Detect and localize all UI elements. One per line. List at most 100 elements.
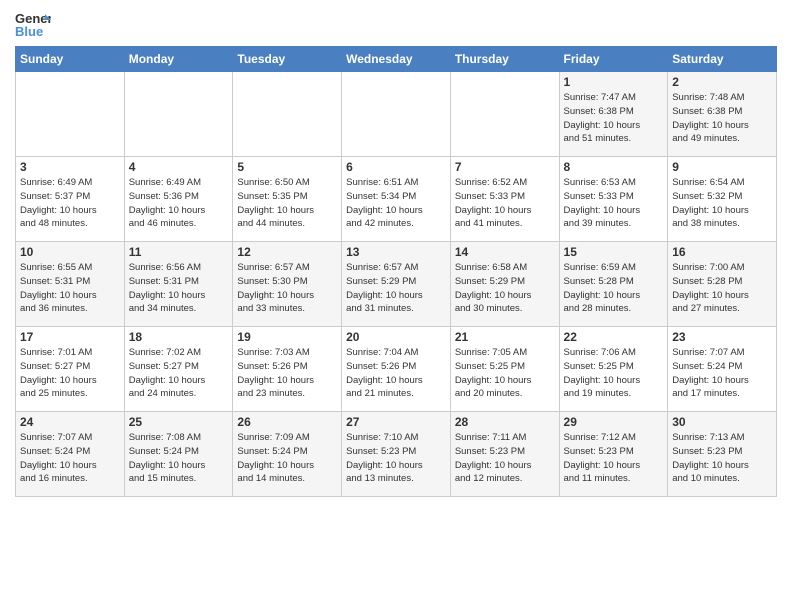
- day-number: 16: [672, 245, 772, 259]
- day-number: 28: [455, 415, 555, 429]
- day-info: Sunrise: 6:54 AM Sunset: 5:32 PM Dayligh…: [672, 176, 772, 231]
- day-info: Sunrise: 6:52 AM Sunset: 5:33 PM Dayligh…: [455, 176, 555, 231]
- calendar-cell: 10 Sunrise: 6:55 AM Sunset: 5:31 PM Dayli…: [16, 242, 125, 327]
- day-number: 6: [346, 160, 446, 174]
- calendar-cell: 4 Sunrise: 6:49 AM Sunset: 5:36 PM Daylig…: [124, 157, 233, 242]
- day-number: 26: [237, 415, 337, 429]
- calendar-cell: 7 Sunrise: 6:52 AM Sunset: 5:33 PM Daylig…: [450, 157, 559, 242]
- weekday-header: Sunday: [16, 47, 125, 72]
- day-number: 19: [237, 330, 337, 344]
- weekday-header: Friday: [559, 47, 668, 72]
- calendar-cell: [450, 72, 559, 157]
- day-info: Sunrise: 6:51 AM Sunset: 5:34 PM Dayligh…: [346, 176, 446, 231]
- day-number: 13: [346, 245, 446, 259]
- calendar-cell: 27 Sunrise: 7:10 AM Sunset: 5:23 PM Dayli…: [342, 412, 451, 497]
- calendar-table: SundayMondayTuesdayWednesdayThursdayFrid…: [15, 46, 777, 497]
- day-number: 3: [20, 160, 120, 174]
- calendar-cell: [233, 72, 342, 157]
- day-number: 7: [455, 160, 555, 174]
- calendar-cell: 11Sunrise: 6:56 AM Sunset: 5:31 PM Dayli…: [124, 242, 233, 327]
- day-info: Sunrise: 6:57 AM Sunset: 5:30 PM Dayligh…: [237, 261, 337, 316]
- calendar-cell: [16, 72, 125, 157]
- day-number: 10: [20, 245, 120, 259]
- day-number: 17: [20, 330, 120, 344]
- calendar-body: 1Sunrise: 7:47 AM Sunset: 6:38 PM Daylig…: [16, 72, 777, 497]
- calendar-cell: 17 Sunrise: 7:01 AM Sunset: 5:27 PM Dayli…: [16, 327, 125, 412]
- day-info: Sunrise: 7:11 AM Sunset: 5:23 PM Dayligh…: [455, 431, 555, 486]
- day-info: Sunrise: 7:05 AM Sunset: 5:25 PM Dayligh…: [455, 346, 555, 401]
- day-info: Sunrise: 6:57 AM Sunset: 5:29 PM Dayligh…: [346, 261, 446, 316]
- calendar-cell: 29Sunrise: 7:12 AM Sunset: 5:23 PM Dayli…: [559, 412, 668, 497]
- day-info: Sunrise: 7:47 AM Sunset: 6:38 PM Dayligh…: [564, 91, 664, 146]
- day-number: 21: [455, 330, 555, 344]
- day-info: Sunrise: 7:04 AM Sunset: 5:26 PM Dayligh…: [346, 346, 446, 401]
- day-number: 30: [672, 415, 772, 429]
- logo: General Blue: [15, 10, 51, 38]
- day-number: 29: [564, 415, 664, 429]
- weekday-header: Tuesday: [233, 47, 342, 72]
- calendar-cell: 26Sunrise: 7:09 AM Sunset: 5:24 PM Dayli…: [233, 412, 342, 497]
- day-info: Sunrise: 6:49 AM Sunset: 5:36 PM Dayligh…: [129, 176, 229, 231]
- calendar-cell: 5 Sunrise: 6:50 AM Sunset: 5:35 PM Daylig…: [233, 157, 342, 242]
- svg-text:Blue: Blue: [15, 24, 43, 38]
- page-header: General Blue: [15, 10, 777, 38]
- day-info: Sunrise: 6:58 AM Sunset: 5:29 PM Dayligh…: [455, 261, 555, 316]
- day-number: 24: [20, 415, 120, 429]
- day-number: 5: [237, 160, 337, 174]
- calendar-cell: 13 Sunrise: 6:57 AM Sunset: 5:29 PM Dayli…: [342, 242, 451, 327]
- calendar-cell: 12 Sunrise: 6:57 AM Sunset: 5:30 PM Dayli…: [233, 242, 342, 327]
- calendar-cell: 8Sunrise: 6:53 AM Sunset: 5:33 PM Daylig…: [559, 157, 668, 242]
- calendar-week-row: 1Sunrise: 7:47 AM Sunset: 6:38 PM Daylig…: [16, 72, 777, 157]
- day-info: Sunrise: 6:49 AM Sunset: 5:37 PM Dayligh…: [20, 176, 120, 231]
- day-number: 18: [129, 330, 229, 344]
- day-number: 20: [346, 330, 446, 344]
- day-number: 12: [237, 245, 337, 259]
- calendar-cell: 20 Sunrise: 7:04 AM Sunset: 5:26 PM Dayli…: [342, 327, 451, 412]
- calendar-cell: 3 Sunrise: 6:49 AM Sunset: 5:37 PM Daylig…: [16, 157, 125, 242]
- calendar-cell: 9 Sunrise: 6:54 AM Sunset: 5:32 PM Daylig…: [668, 157, 777, 242]
- day-number: 15: [564, 245, 664, 259]
- day-info: Sunrise: 7:07 AM Sunset: 5:24 PM Dayligh…: [672, 346, 772, 401]
- day-info: Sunrise: 7:07 AM Sunset: 5:24 PM Dayligh…: [20, 431, 120, 486]
- day-info: Sunrise: 7:01 AM Sunset: 5:27 PM Dayligh…: [20, 346, 120, 401]
- day-info: Sunrise: 7:03 AM Sunset: 5:26 PM Dayligh…: [237, 346, 337, 401]
- day-number: 4: [129, 160, 229, 174]
- day-number: 11: [129, 245, 229, 259]
- day-info: Sunrise: 6:50 AM Sunset: 5:35 PM Dayligh…: [237, 176, 337, 231]
- day-number: 8: [564, 160, 664, 174]
- day-info: Sunrise: 7:13 AM Sunset: 5:23 PM Dayligh…: [672, 431, 772, 486]
- day-info: Sunrise: 6:59 AM Sunset: 5:28 PM Dayligh…: [564, 261, 664, 316]
- calendar-cell: 2 Sunrise: 7:48 AM Sunset: 6:38 PM Daylig…: [668, 72, 777, 157]
- calendar-week-row: 17 Sunrise: 7:01 AM Sunset: 5:27 PM Dayli…: [16, 327, 777, 412]
- calendar-cell: 30 Sunrise: 7:13 AM Sunset: 5:23 PM Dayli…: [668, 412, 777, 497]
- day-info: Sunrise: 7:10 AM Sunset: 5:23 PM Dayligh…: [346, 431, 446, 486]
- calendar-cell: 6 Sunrise: 6:51 AM Sunset: 5:34 PM Daylig…: [342, 157, 451, 242]
- calendar-week-row: 10 Sunrise: 6:55 AM Sunset: 5:31 PM Dayli…: [16, 242, 777, 327]
- calendar-cell: 24 Sunrise: 7:07 AM Sunset: 5:24 PM Dayli…: [16, 412, 125, 497]
- weekday-header: Thursday: [450, 47, 559, 72]
- calendar-cell: 23 Sunrise: 7:07 AM Sunset: 5:24 PM Dayli…: [668, 327, 777, 412]
- calendar-cell: 15 Sunrise: 6:59 AM Sunset: 5:28 PM Dayli…: [559, 242, 668, 327]
- calendar-cell: 19 Sunrise: 7:03 AM Sunset: 5:26 PM Dayli…: [233, 327, 342, 412]
- calendar-week-row: 3 Sunrise: 6:49 AM Sunset: 5:37 PM Daylig…: [16, 157, 777, 242]
- calendar-cell: 28 Sunrise: 7:11 AM Sunset: 5:23 PM Dayli…: [450, 412, 559, 497]
- logo-icon: General Blue: [15, 10, 51, 38]
- calendar-cell: 16Sunrise: 7:00 AM Sunset: 5:28 PM Dayli…: [668, 242, 777, 327]
- day-number: 25: [129, 415, 229, 429]
- day-number: 2: [672, 75, 772, 89]
- calendar-cell: 1Sunrise: 7:47 AM Sunset: 6:38 PM Daylig…: [559, 72, 668, 157]
- day-info: Sunrise: 7:48 AM Sunset: 6:38 PM Dayligh…: [672, 91, 772, 146]
- calendar-cell: 22Sunrise: 7:06 AM Sunset: 5:25 PM Dayli…: [559, 327, 668, 412]
- day-number: 23: [672, 330, 772, 344]
- weekday-header: Wednesday: [342, 47, 451, 72]
- calendar-cell: [124, 72, 233, 157]
- calendar-header-row: SundayMondayTuesdayWednesdayThursdayFrid…: [16, 47, 777, 72]
- day-number: 9: [672, 160, 772, 174]
- calendar-cell: 21 Sunrise: 7:05 AM Sunset: 5:25 PM Dayli…: [450, 327, 559, 412]
- calendar-cell: [342, 72, 451, 157]
- weekday-header: Monday: [124, 47, 233, 72]
- day-number: 22: [564, 330, 664, 344]
- day-info: Sunrise: 6:55 AM Sunset: 5:31 PM Dayligh…: [20, 261, 120, 316]
- day-number: 27: [346, 415, 446, 429]
- weekday-header: Saturday: [668, 47, 777, 72]
